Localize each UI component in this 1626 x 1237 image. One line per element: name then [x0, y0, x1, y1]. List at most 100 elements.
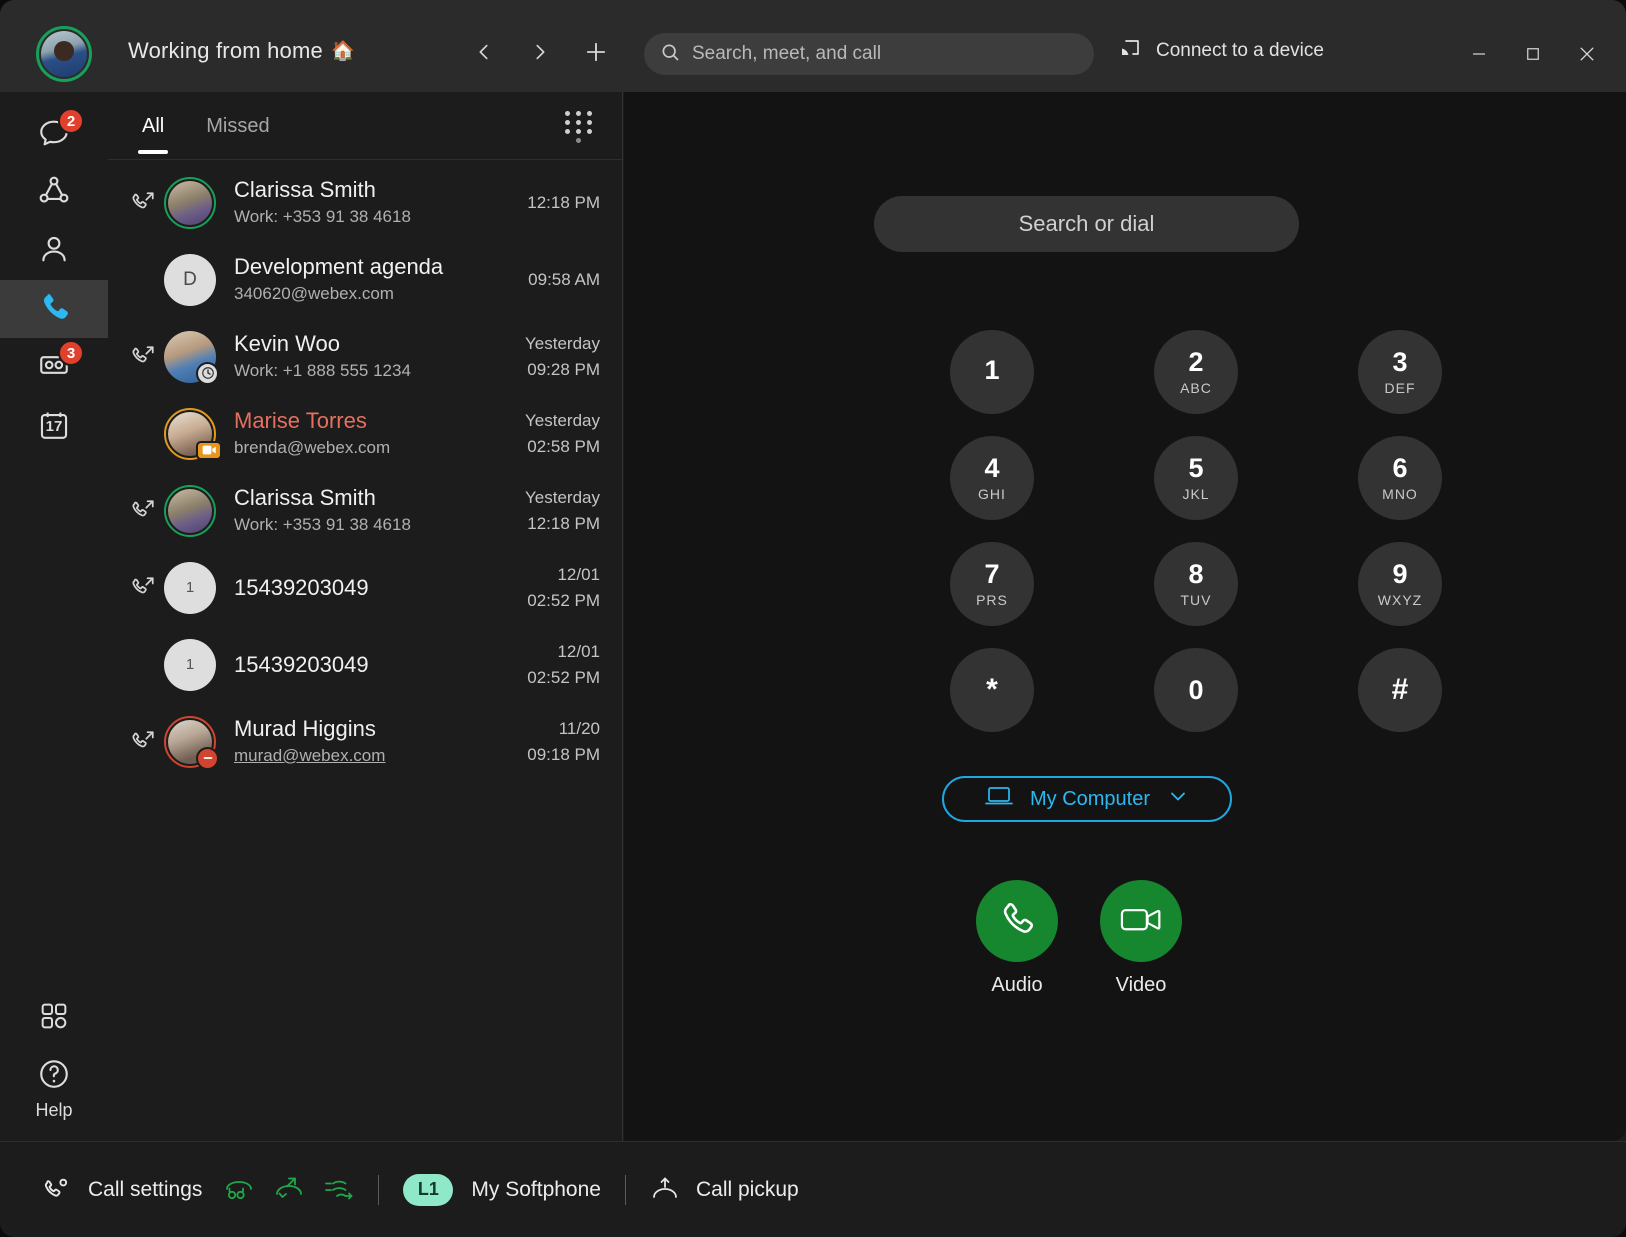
audio-call-label: Audio: [991, 974, 1042, 997]
forward-button[interactable]: [518, 30, 562, 74]
back-button[interactable]: [462, 30, 506, 74]
outgoing-call-icon: [122, 498, 164, 524]
line-badge[interactable]: L1: [403, 1174, 453, 1206]
avatar: [164, 485, 216, 537]
dialpad-key-3[interactable]: 3 DEF: [1358, 330, 1442, 414]
tab-all[interactable]: All: [138, 97, 168, 154]
call-action-buttons: Audio Video: [976, 880, 1182, 997]
key-number: 3: [1392, 349, 1407, 376]
audio-call-button[interactable]: Audio: [976, 880, 1058, 997]
video-camera-icon: [1119, 902, 1163, 941]
table-row[interactable]: Marise Torres brenda@webex.com Yesterday…: [108, 395, 622, 472]
call-settings-group[interactable]: Call settings: [42, 1175, 202, 1205]
contact-name: Clarissa Smith: [234, 176, 527, 204]
call-forward-icon[interactable]: [274, 1176, 304, 1204]
close-button[interactable]: [1562, 32, 1612, 76]
sidebar-item-voicemail[interactable]: 3: [0, 338, 108, 396]
call-entry-text: Kevin Woo Work: +1 888 555 1234: [234, 330, 525, 382]
minimize-button[interactable]: [1454, 32, 1504, 76]
avatar: 1: [164, 562, 216, 614]
voicemail-badge: 3: [58, 340, 84, 366]
voicemail-status-icon[interactable]: [224, 1177, 254, 1203]
presence-status[interactable]: Working from home 🏠: [128, 38, 355, 64]
outgoing-call-icon: [122, 575, 164, 601]
call-pickup-icon: [650, 1176, 680, 1204]
sidebar-item-apps[interactable]: [0, 989, 108, 1047]
dialpad-key-0[interactable]: 0: [1154, 648, 1238, 732]
call-timestamp: Yesterday 02:58 PM: [525, 408, 600, 459]
dialpad-key-1[interactable]: 1: [950, 330, 1034, 414]
call-pickup-button[interactable]: Call pickup: [650, 1176, 799, 1204]
sidebar-item-calling[interactable]: [0, 280, 108, 338]
dialpad-key-6[interactable]: 6 MNO: [1358, 436, 1442, 520]
key-letters: MNO: [1382, 486, 1418, 502]
avatar: [164, 408, 216, 460]
call-entry-text: Murad Higgins murad@webex.com: [234, 715, 527, 767]
dialpad-key-9[interactable]: 9 WXYZ: [1358, 542, 1442, 626]
call-settings-icon: [42, 1175, 72, 1205]
avatar-image: [168, 181, 212, 225]
key-letters: PRS: [976, 592, 1008, 608]
contact-name: Development agenda: [234, 253, 528, 281]
contact-detail: Work: +353 91 38 4618: [234, 514, 525, 537]
dialpad-key-2[interactable]: 2 ABC: [1154, 330, 1238, 414]
dialpad-key-8[interactable]: 8 TUV: [1154, 542, 1238, 626]
table-row[interactable]: Clarissa Smith Work: +353 91 38 4618 12:…: [108, 164, 622, 241]
key-number: 1: [984, 357, 999, 384]
title-bar: Working from home 🏠 Search, meet, and ca…: [0, 0, 1626, 92]
calendar-day-label: 17: [46, 418, 63, 435]
table-row[interactable]: 1 15439203049 12/01 02:52 PM: [108, 549, 622, 626]
line-label[interactable]: My Softphone: [471, 1178, 601, 1202]
dialpad-key-star[interactable]: *: [950, 648, 1034, 732]
sidebar-item-contacts[interactable]: [0, 222, 108, 280]
sidebar-item-help[interactable]: Help: [0, 1047, 108, 1131]
sidebar-item-messaging[interactable]: 2: [0, 106, 108, 164]
table-row[interactable]: Clarissa Smith Work: +353 91 38 4618 Yes…: [108, 472, 622, 549]
key-number: 4: [984, 455, 999, 482]
key-letters: WXYZ: [1378, 592, 1422, 608]
outgoing-call-icon: [122, 344, 164, 370]
call-history-tabs: All Missed: [108, 92, 622, 160]
dialpad-key-5[interactable]: 5 JKL: [1154, 436, 1238, 520]
avatar-initial: D: [164, 254, 216, 306]
webex-app-window: Working from home 🏠 Search, meet, and ca…: [0, 0, 1626, 1237]
contact-name: Marise Torres: [234, 407, 525, 435]
video-status-icon: [196, 441, 222, 460]
apps-grid-icon: [38, 1000, 70, 1037]
clock-status-icon: [196, 362, 219, 385]
table-row[interactable]: 1 15439203049 12/01 02:52 PM: [108, 626, 622, 703]
dialpad-toggle-button[interactable]: [562, 110, 596, 144]
key-number: 6: [1392, 455, 1407, 482]
dialpad-key-hash[interactable]: #: [1358, 648, 1442, 732]
device-selector[interactable]: My Computer: [942, 776, 1232, 822]
dialpad-key-4[interactable]: 4 GHI: [950, 436, 1034, 520]
call-timestamp: Yesterday 12:18 PM: [525, 485, 600, 536]
tab-missed[interactable]: Missed: [202, 97, 273, 154]
key-letters: ABC: [1180, 380, 1212, 396]
key-number: 0: [1188, 677, 1203, 704]
table-row[interactable]: D Development agenda 340620@webex.com 09…: [108, 241, 622, 318]
rail-bottom-section: Help: [0, 989, 108, 1131]
call-transfer-icon[interactable]: [324, 1177, 354, 1203]
navigation-buttons: [462, 30, 618, 74]
sidebar-item-meetings[interactable]: 17: [0, 396, 108, 454]
connect-to-device-button[interactable]: Connect to a device: [1118, 36, 1324, 66]
help-label: Help: [35, 1100, 72, 1121]
dialpad-key-7[interactable]: 7 PRS: [950, 542, 1034, 626]
user-avatar[interactable]: [36, 26, 92, 82]
contact-detail[interactable]: murad@webex.com: [234, 745, 527, 768]
dialpad-search-input[interactable]: Search or dial: [874, 196, 1299, 252]
key-number: 5: [1188, 455, 1203, 482]
table-row[interactable]: Kevin Woo Work: +1 888 555 1234 Yesterda…: [108, 318, 622, 395]
call-pickup-label: Call pickup: [696, 1178, 799, 1202]
video-call-button[interactable]: Video: [1100, 880, 1182, 997]
device-label: My Computer: [1030, 788, 1150, 811]
sidebar-item-teams[interactable]: [0, 164, 108, 222]
presence-status-text: Working from home: [128, 38, 323, 64]
window-controls: [1454, 32, 1612, 76]
new-item-button[interactable]: [574, 30, 618, 74]
search-input[interactable]: Search, meet, and call: [644, 33, 1094, 75]
table-row[interactable]: Murad Higgins murad@webex.com 11/20 09:1…: [108, 703, 622, 780]
avatar-image: [41, 31, 87, 77]
maximize-button[interactable]: [1508, 32, 1558, 76]
